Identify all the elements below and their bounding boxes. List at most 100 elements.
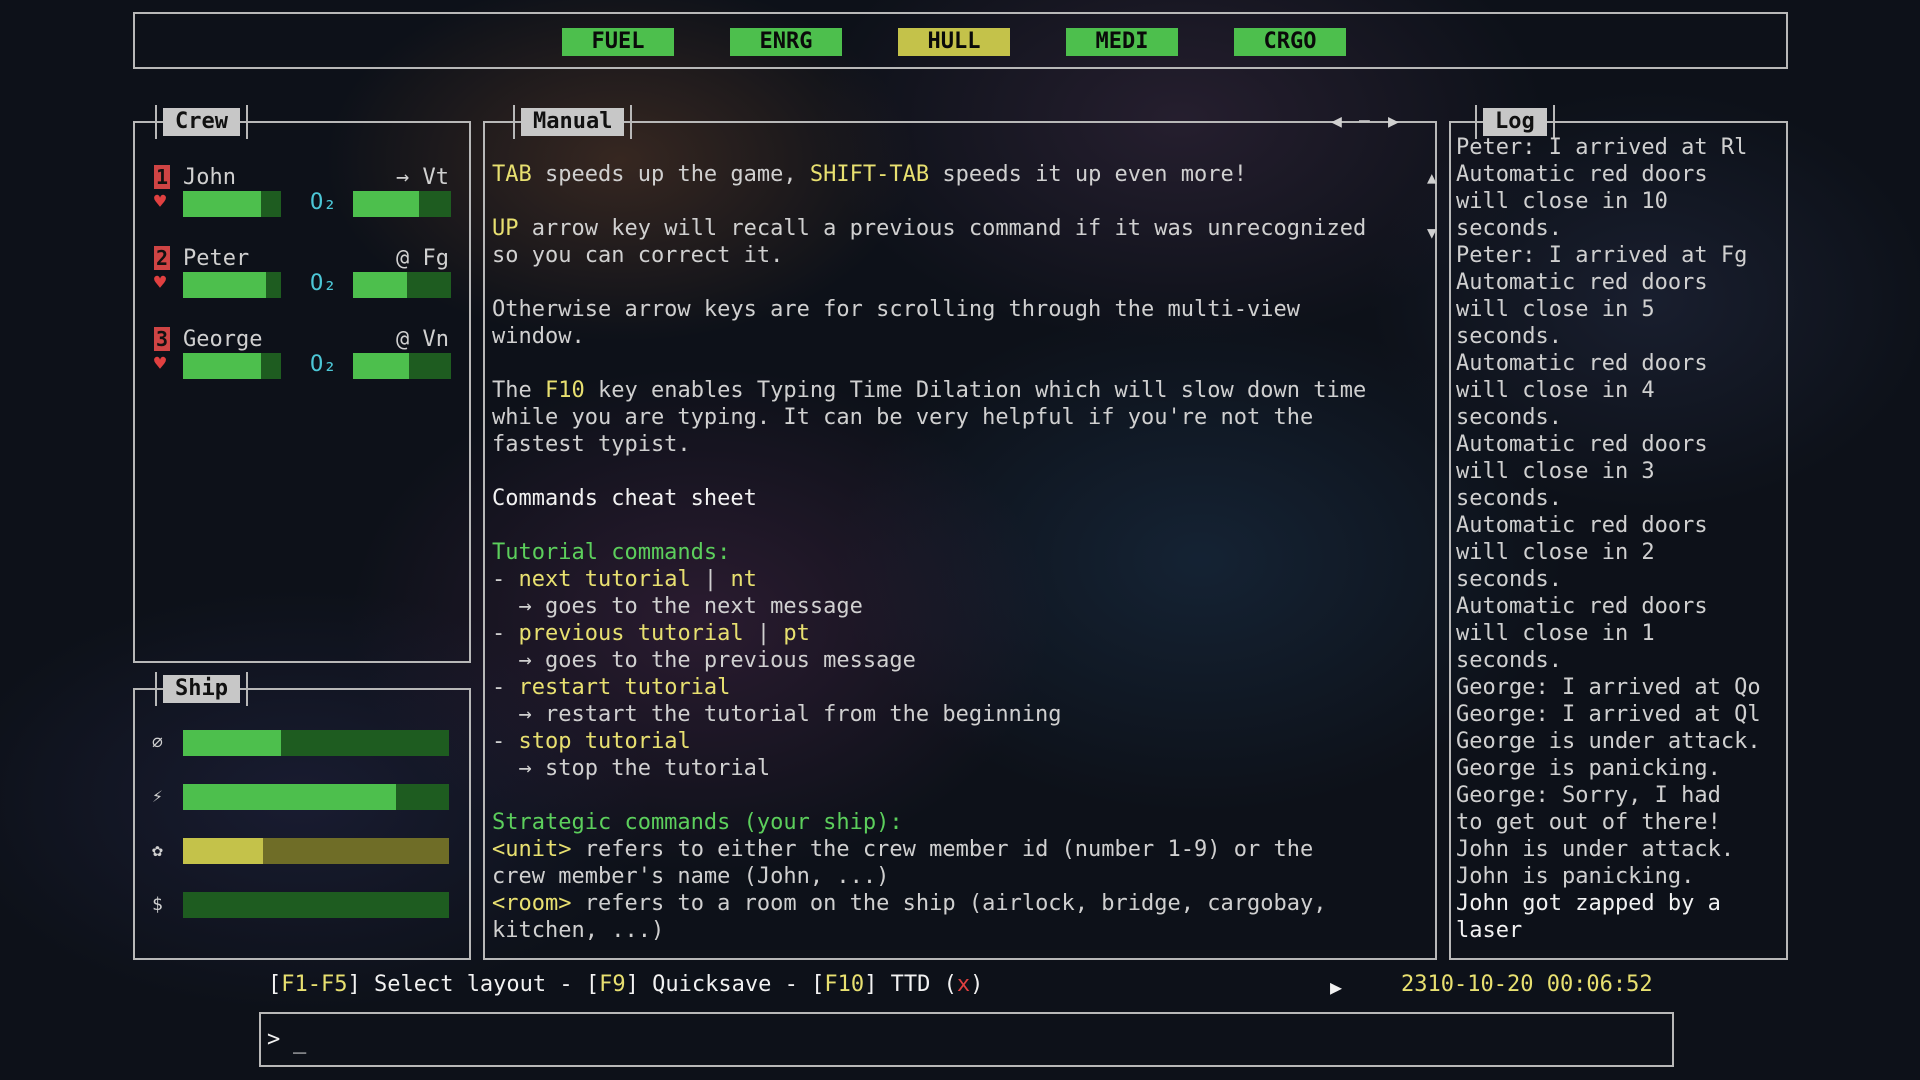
log-line: seconds. [1456, 216, 1562, 241]
ship-status-fill [183, 730, 282, 756]
log-line: Automatic red doors [1456, 270, 1708, 295]
log-panel[interactable]: Log Peter: I arrived at Rl Automatic red … [1449, 105, 1788, 960]
ship-status-bar [183, 784, 449, 810]
resource-enrg[interactable]: ENRG [730, 28, 842, 56]
resource-crgo[interactable]: CRGO [1234, 28, 1346, 56]
log-line: Automatic red doors [1456, 594, 1708, 619]
crew-member-george[interactable]: 3 George @ Vn ♥ O₂ [135, 327, 469, 387]
prev-view-icon[interactable]: ◀ [1331, 111, 1342, 132]
health-bar [183, 272, 281, 298]
manual-text-span: speeds it up even more! [929, 162, 1248, 187]
log-line: Peter: I arrived at Rl [1456, 135, 1748, 160]
manual-text-span: → restart the tutorial from the beginnin… [492, 702, 1062, 727]
ship-status-bar [183, 730, 449, 756]
status-text-span: ) [970, 972, 984, 997]
health-fill [183, 191, 262, 217]
manual-text-span: key enables Typing Time Dilation which w… [584, 378, 1367, 403]
manual-panel-title: Manual [512, 105, 634, 139]
resource-hull[interactable]: HULL [898, 28, 1010, 56]
log-line: seconds. [1456, 648, 1562, 673]
manual-line: <room> refers to a room on the ship (air… [492, 890, 1326, 917]
status-text-span: ] Select layout - [ [347, 972, 600, 997]
manual-text-span: - [492, 621, 519, 646]
manual-text-span: Otherwise arrow keys are for scrolling t… [492, 297, 1300, 322]
log-line: George: I arrived at Ql [1456, 702, 1761, 727]
crew-id-badge: 1 [154, 165, 170, 189]
log-line: John got zapped by a [1456, 891, 1721, 916]
crew-location: @ Fg [396, 246, 449, 271]
heart-icon: ♥ [154, 351, 167, 375]
manual-text-span: <unit> [492, 837, 572, 862]
play-icon[interactable]: ▶ [1330, 975, 1342, 999]
manual-text-span: | [690, 567, 731, 592]
manual-text-span: arrow key will recall a previous command… [518, 216, 1367, 241]
oxygen-fill [353, 191, 419, 217]
log-line: Automatic red doors [1456, 513, 1708, 538]
crew-panel-title: Crew [155, 105, 248, 139]
status-text-span: F10 [824, 972, 865, 997]
crew-member-peter[interactable]: 2 Peter @ Fg ♥ O₂ [135, 246, 469, 306]
manual-line: → stop the tutorial [492, 755, 770, 782]
manual-line: UP arrow key will recall a previous comm… [492, 215, 1366, 242]
energy-icon: ⚡ [152, 786, 163, 807]
oxygen-label: O₂ [310, 271, 337, 296]
command-prompt: > [267, 1027, 281, 1052]
manual-line: Strategic commands (your ship): [492, 809, 903, 836]
scroll-up-icon[interactable]: ▲ [1427, 168, 1437, 187]
resource-fuel[interactable]: FUEL [562, 28, 674, 56]
log-line: Automatic red doors [1456, 162, 1708, 187]
log-line: will close in 2 [1456, 540, 1655, 565]
log-line: seconds. [1456, 405, 1562, 430]
manual-text-span: | [743, 621, 784, 646]
manual-line: The F10 key enables Typing Time Dilation… [492, 377, 1366, 404]
scroll-down-icon[interactable]: ▼ [1427, 223, 1437, 242]
manual-text-span: → goes to the next message [492, 594, 863, 619]
manual-line: so you can correct it. [492, 242, 783, 269]
status-text-span: F1-F5 [281, 972, 348, 997]
log-line: George: I arrived at Qo [1456, 675, 1761, 700]
manual-text-span: refers to either the crew member id (num… [571, 837, 1314, 862]
status-bar-help: [F1-F5] Select layout - [F9] Quicksave -… [268, 971, 983, 999]
crew-name: George [183, 327, 263, 352]
health-bar [183, 191, 281, 217]
manual-line: kitchen, ...) [492, 917, 664, 944]
manual-panel[interactable]: Manual ◀ – ▶ ▲ ▼ TAB speeds up the game,… [483, 105, 1437, 960]
log-line: seconds. [1456, 486, 1562, 511]
manual-text-span: F10 [544, 378, 585, 403]
crew-location: @ Vn [396, 327, 449, 352]
manual-text-span: Strategic commands (your ship): [492, 810, 903, 835]
manual-text-span: → stop the tutorial [492, 756, 771, 781]
manual-text-span: Tutorial commands: [492, 540, 731, 565]
next-view-icon[interactable]: ▶ [1388, 111, 1399, 132]
crew-panel: Crew 1 John → Vt ♥ O₂ 2 Peter @ Fg ♥ O₂ 3 George @ V… [133, 105, 471, 663]
manual-text-span: kitchen, ...) [492, 918, 665, 943]
command-input[interactable]: > _ [259, 1012, 1674, 1067]
log-line: John is under attack. [1456, 837, 1735, 862]
manual-text-span: nt [730, 567, 757, 592]
manual-text-span: pt [783, 621, 810, 646]
manual-line: while you are typing. It can be very hel… [492, 404, 1313, 431]
status-text-span: F9 [599, 972, 626, 997]
crew-id-badge: 3 [154, 327, 170, 351]
manual-text-span: stop tutorial [518, 729, 691, 754]
manual-text-span: while you are typing. It can be very hel… [492, 405, 1314, 430]
crew-member-john[interactable]: 1 John → Vt ♥ O₂ [135, 165, 469, 225]
resource-medi[interactable]: MEDI [1066, 28, 1178, 56]
oxygen-label: O₂ [310, 190, 337, 215]
manual-line: TAB speeds up the game, SHIFT-TAB speeds… [492, 161, 1247, 188]
log-line: Automatic red doors [1456, 432, 1708, 457]
log-line: seconds. [1456, 324, 1562, 349]
resource-bar: FUEL ENRG HULL MEDI CRGO [133, 12, 1788, 69]
status-text-span: ] TTD ( [864, 972, 957, 997]
manual-text-span: restart tutorial [518, 675, 731, 700]
log-line: George is panicking. [1456, 756, 1721, 781]
manual-line: - stop tutorial [492, 728, 691, 755]
status-text-span: x [956, 972, 971, 997]
manual-text-span: Commands cheat sheet [492, 486, 757, 511]
game-datetime: 2310-10-20 00:06:52 [1401, 972, 1653, 997]
manual-line: <unit> refers to either the crew member … [492, 836, 1313, 863]
fuel-icon: ⌀ [152, 732, 163, 753]
log-line: to get out of there! [1456, 810, 1721, 835]
crew-location: → Vt [396, 165, 449, 190]
ship-status-fill [183, 784, 396, 810]
